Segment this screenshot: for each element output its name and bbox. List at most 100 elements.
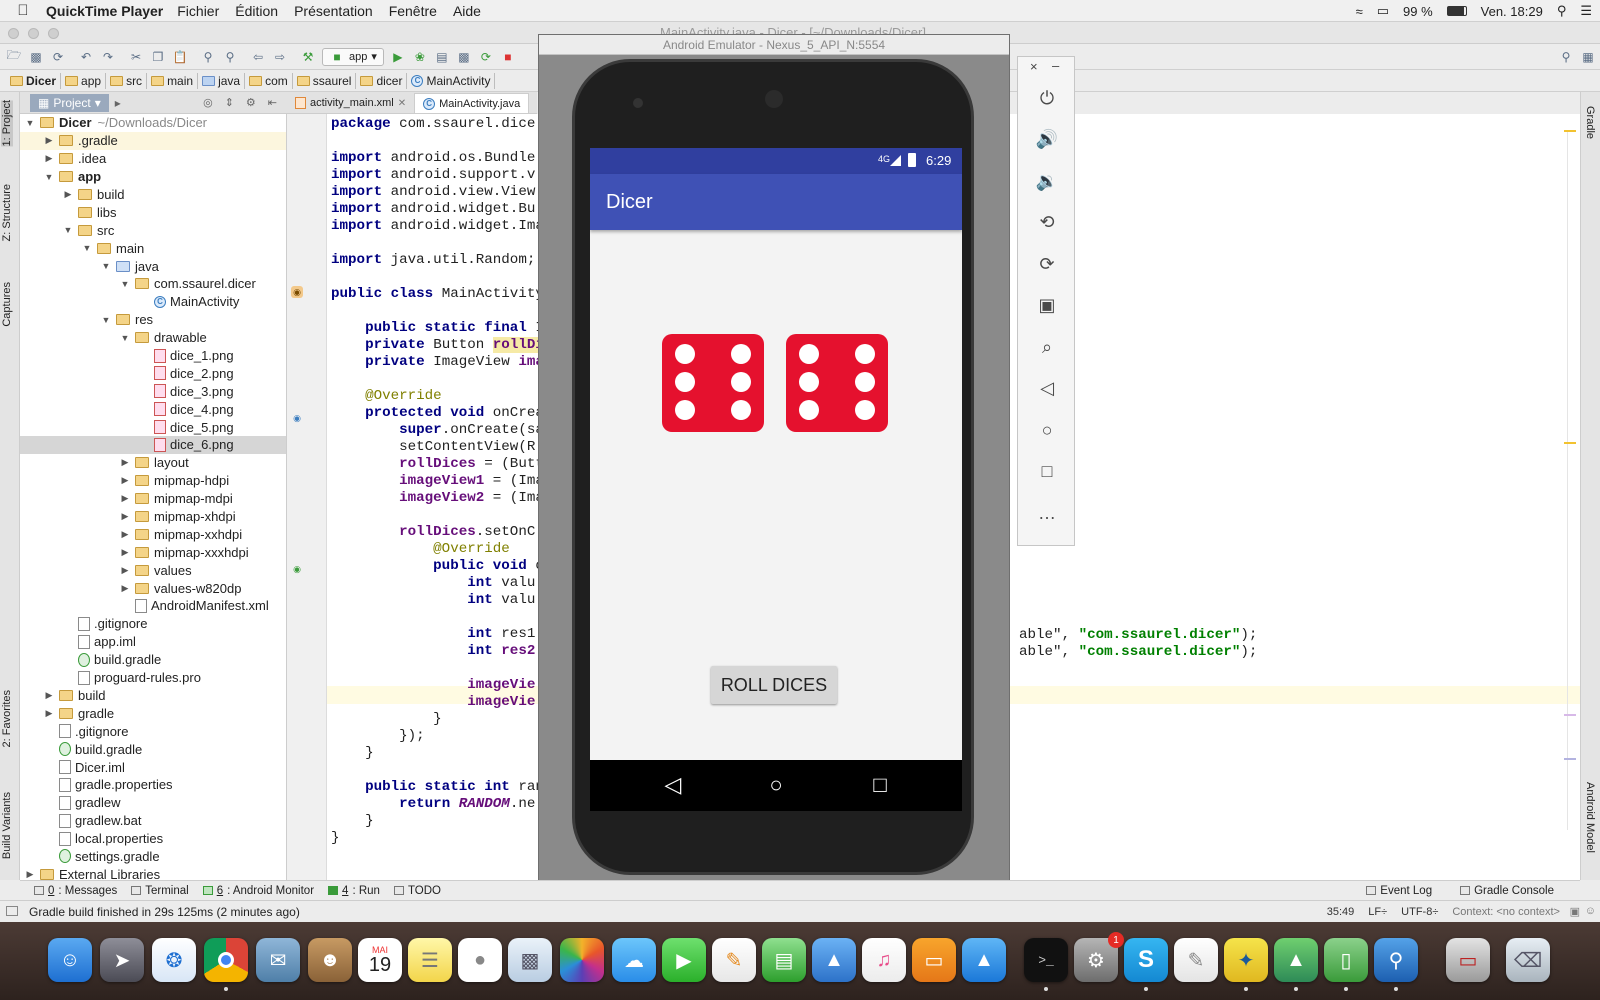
system-preferences-icon[interactable]: ⚙ 1 xyxy=(1074,932,1124,982)
tree-item[interactable]: dice_6.png xyxy=(20,436,286,454)
close-window-button[interactable] xyxy=(8,28,19,39)
breadcrumb-item[interactable]: com xyxy=(245,72,293,89)
back-icon[interactable]: ◁ xyxy=(1034,376,1060,402)
tree-item[interactable]: ▶ .idea xyxy=(20,150,286,168)
breadcrumb-item[interactable]: C MainActivity xyxy=(407,72,496,89)
spotlight-search-icon[interactable]: ⚲ xyxy=(1557,3,1567,19)
tree-item[interactable]: gradle.properties xyxy=(20,776,286,794)
forward-nav-icon[interactable]: ⇨ xyxy=(272,49,288,65)
home-icon[interactable]: ○ xyxy=(1034,417,1060,443)
tree-item[interactable]: ▼ Dicer ~/Downloads/Dicer xyxy=(20,114,286,132)
tree-item[interactable]: .gitignore xyxy=(20,615,286,633)
tree-item[interactable]: ▶ build xyxy=(20,687,286,705)
tree-item[interactable]: ▶ mipmap-xhdpi xyxy=(20,508,286,526)
chevron-down-icon[interactable]: ▼ xyxy=(81,243,93,253)
tree-item[interactable]: libs xyxy=(20,203,286,221)
menubar-app-name[interactable]: QuickTime Player xyxy=(46,3,163,19)
menu-item[interactable]: Présentation xyxy=(294,3,373,19)
chevron-right-icon[interactable]: ▶ xyxy=(43,135,55,146)
tree-item[interactable]: ▶ mipmap-xxxhdpi xyxy=(20,543,286,561)
collapse-all-icon[interactable]: ⇕ xyxy=(225,96,234,109)
copy-icon[interactable]: ❐ xyxy=(150,49,166,65)
tree-item[interactable]: gradlew xyxy=(20,794,286,812)
apple-icon[interactable]:  xyxy=(0,2,46,19)
downloads-stack-icon[interactable]: ▭ xyxy=(1446,938,1490,982)
scroll-from-source-icon[interactable]: ◎ xyxy=(203,96,213,109)
tree-item[interactable]: dice_1.png xyxy=(20,347,286,365)
stop-icon[interactable]: ■ xyxy=(500,49,516,65)
line-separator[interactable]: LF÷ xyxy=(1368,906,1387,918)
menu-item[interactable]: Fenêtre xyxy=(389,3,437,19)
run-config-select[interactable]: ■ app ▾ xyxy=(322,47,384,66)
nav-back-icon[interactable]: ◁ xyxy=(660,772,686,798)
roll-dices-button[interactable]: ROLL DICES xyxy=(711,666,837,704)
chevron-right-icon[interactable]: ▶ xyxy=(119,457,131,468)
tree-item[interactable]: dice_5.png xyxy=(20,418,286,436)
menu-item[interactable]: Aide xyxy=(453,3,481,19)
contacts-icon[interactable]: ☻ xyxy=(308,938,352,982)
close-icon[interactable]: × xyxy=(1030,59,1038,74)
tree-item[interactable]: local.properties xyxy=(20,830,286,848)
search-everywhere-icon[interactable]: ⚲ xyxy=(1558,49,1574,65)
overview-icon[interactable]: □ xyxy=(1034,459,1060,485)
ibooks-icon[interactable]: ▭ xyxy=(912,938,956,982)
tree-item[interactable]: ▶ mipmap-mdpi xyxy=(20,490,286,508)
tree-item[interactable]: ▶ gradle xyxy=(20,704,286,722)
quicktime-icon[interactable]: ⚲ xyxy=(1374,938,1418,991)
skype-icon[interactable]: S xyxy=(1124,938,1168,991)
tree-item[interactable]: C MainActivity xyxy=(20,293,286,311)
bottom-tool-tab[interactable]: Terminal xyxy=(131,885,189,897)
tree-item[interactable]: ▼ src xyxy=(20,221,286,239)
bottom-tool-tab[interactable]: 0: Messages xyxy=(34,885,117,897)
chevron-down-icon[interactable]: ▼ xyxy=(43,172,55,182)
chevron-right-icon[interactable]: ▶ xyxy=(119,565,131,576)
hide-panel-icon[interactable]: ⇤ xyxy=(268,96,277,109)
chevron-right-icon[interactable]: ▶ xyxy=(62,189,74,200)
breadcrumb-item[interactable]: src xyxy=(106,72,148,89)
tree-item[interactable]: ▶ mipmap-xxhdpi xyxy=(20,525,286,543)
apply-changes-icon[interactable]: ⟳ xyxy=(478,49,494,65)
tree-item[interactable]: dice_4.png xyxy=(20,400,286,418)
breadcrumb-item[interactable]: dicer xyxy=(356,72,408,89)
power-icon[interactable]: ⏻ xyxy=(1034,85,1060,111)
warning-marker[interactable] xyxy=(1564,442,1576,444)
pages-icon[interactable]: ✎ xyxy=(712,938,756,982)
zoom-window-button[interactable] xyxy=(48,28,59,39)
tree-item[interactable]: ▼ java xyxy=(20,257,286,275)
terminal-icon[interactable]: >_ xyxy=(1024,938,1068,991)
lock-icon[interactable]: ▣ xyxy=(1570,905,1580,918)
keynote-icon[interactable]: ▲ xyxy=(812,938,856,982)
status-toggle-icon[interactable] xyxy=(6,906,18,916)
context-info[interactable]: Context: <no context> xyxy=(1452,906,1560,918)
bottom-tool-tab[interactable]: TODO xyxy=(393,885,441,897)
itunes-icon[interactable]: ♫ xyxy=(862,938,906,982)
tree-item[interactable]: build.gradle xyxy=(20,740,286,758)
tree-item[interactable]: ▶ values-w820dp xyxy=(20,579,286,597)
facetime-icon[interactable]: ▶ xyxy=(662,938,706,982)
android-studio-icon[interactable]: ▲ xyxy=(1274,938,1318,991)
mail-icon[interactable]: ✉ xyxy=(256,938,300,982)
tree-item[interactable]: ▶ values xyxy=(20,561,286,579)
chevron-right-icon[interactable]: ▶ xyxy=(43,708,55,719)
chevron-right-icon[interactable]: ▶ xyxy=(119,493,131,504)
tree-item[interactable]: Dicer.iml xyxy=(20,758,286,776)
chevron-right-icon[interactable]: ▸ xyxy=(115,96,121,110)
numbers-icon[interactable]: ▤ xyxy=(762,938,806,982)
chevron-down-icon[interactable]: ▼ xyxy=(100,261,112,271)
nav-recents-icon[interactable]: □ xyxy=(867,772,893,798)
safari-icon[interactable]: ❂ xyxy=(152,938,196,982)
tree-item[interactable]: ▼ drawable xyxy=(20,329,286,347)
gear-icon[interactable]: ⚙ xyxy=(246,96,256,109)
notification-list-icon[interactable]: ☰ xyxy=(1580,3,1592,19)
tree-item[interactable]: app.iml xyxy=(20,633,286,651)
tree-item[interactable]: ▶ mipmap-hdpi xyxy=(20,472,286,490)
chevron-right-icon[interactable]: ▶ xyxy=(43,690,55,701)
breadcrumb-item[interactable]: main xyxy=(147,72,199,89)
tool-tab-structure[interactable]: Z: Structure xyxy=(1,184,13,241)
notes-icon[interactable]: ☰ xyxy=(408,938,452,982)
filezilla-icon[interactable]: ✦ xyxy=(1224,938,1268,991)
tree-item[interactable]: ▼ main xyxy=(20,239,286,257)
tool-tab-android-model[interactable]: Android Model xyxy=(1584,782,1596,853)
save-icon[interactable]: ▩ xyxy=(28,49,44,65)
rotate-right-icon[interactable]: ⟳ xyxy=(1034,251,1060,277)
